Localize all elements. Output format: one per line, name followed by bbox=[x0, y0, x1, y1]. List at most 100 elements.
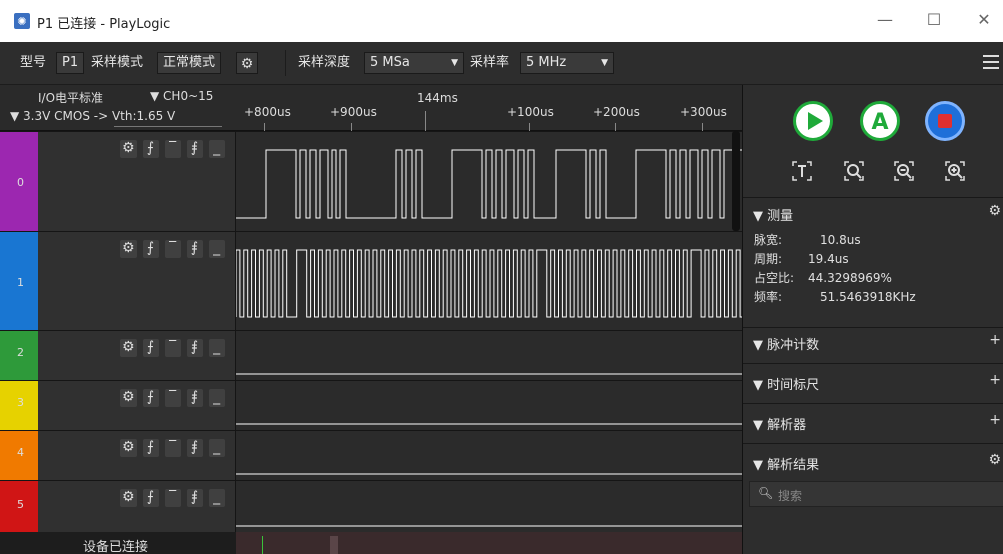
measure-gear-icon[interactable]: ⚙ bbox=[988, 203, 1001, 219]
ruler-tick bbox=[351, 123, 352, 131]
high-level-trigger-icon[interactable]: ‾ bbox=[164, 389, 181, 407]
close-icon[interactable]: ✕ bbox=[972, 8, 996, 32]
ruler-tick-label: +300us bbox=[680, 105, 727, 119]
zoom-out-icon[interactable] bbox=[891, 159, 917, 185]
high-level-trigger-icon[interactable]: ‾ bbox=[164, 339, 181, 357]
channel-color-bar[interactable]: 2 bbox=[0, 331, 38, 380]
depth-value: 5 MSa bbox=[370, 55, 410, 70]
high-level-trigger-icon[interactable]: ‾ bbox=[164, 439, 181, 457]
rising-edge-trigger-icon[interactable]: ⨍ bbox=[142, 140, 159, 158]
menu-icon[interactable] bbox=[983, 52, 999, 72]
zoom-in-icon[interactable] bbox=[942, 159, 968, 185]
pulse-count-header[interactable]: ▼ 脉冲计数 bbox=[753, 334, 819, 353]
channel-number: 2 bbox=[17, 346, 24, 360]
channel-trigger-controls: ⚙ ⨍ ‾ ⨎ _ bbox=[120, 140, 225, 158]
channel-number: 5 bbox=[17, 497, 24, 511]
period-value: 19.4us bbox=[808, 252, 849, 266]
pulse-width-row: 脉宽: 10.8us bbox=[754, 231, 861, 248]
rate-label: 采样率 bbox=[470, 55, 510, 70]
channel-label-area: ⚙ ⨍ ‾ ⨎ _ bbox=[38, 431, 236, 480]
search-input[interactable]: 🔍︎ 搜索 bbox=[749, 481, 1003, 507]
rising-edge-trigger-icon[interactable]: ⨍ bbox=[142, 389, 159, 407]
channel-gear-icon[interactable]: ⚙ bbox=[120, 389, 137, 407]
sample-settings-gear-icon[interactable]: ⚙ bbox=[236, 52, 258, 74]
channel-color-bar[interactable]: 5 bbox=[0, 481, 38, 532]
decode-result-header[interactable]: ▼ 解析结果 bbox=[753, 454, 819, 473]
channel-color-bar[interactable]: 4 bbox=[0, 431, 38, 480]
channel-waveform[interactable] bbox=[236, 331, 742, 380]
rising-edge-trigger-icon[interactable]: ⨍ bbox=[142, 439, 159, 457]
falling-edge-trigger-icon[interactable]: ⨎ bbox=[186, 339, 203, 357]
rising-edge-trigger-icon[interactable]: ⨍ bbox=[142, 240, 159, 258]
channel-waveform[interactable] bbox=[236, 431, 742, 480]
channel-waveform[interactable] bbox=[236, 232, 742, 330]
channel-gear-icon[interactable]: ⚙ bbox=[120, 140, 137, 158]
channel-row: 3 ⚙ ⨍ ‾ ⨎ _ bbox=[0, 380, 742, 430]
run-button[interactable] bbox=[793, 101, 833, 141]
low-level-trigger-icon[interactable]: _ bbox=[208, 140, 225, 158]
falling-edge-trigger-icon[interactable]: ⨎ bbox=[186, 439, 203, 457]
stop-icon bbox=[938, 114, 952, 128]
auto-button[interactable]: A bbox=[860, 101, 900, 141]
channel-row: 2 ⚙ ⨍ ‾ ⨎ _ bbox=[0, 330, 742, 380]
low-level-trigger-icon[interactable]: _ bbox=[208, 439, 225, 457]
channel-waveform[interactable] bbox=[236, 481, 742, 532]
overview-strip[interactable] bbox=[236, 532, 742, 554]
low-level-trigger-icon[interactable]: _ bbox=[208, 240, 225, 258]
high-level-trigger-icon[interactable]: ‾ bbox=[164, 240, 181, 258]
io-level-header: I/O电平标准 ▼ CH0~15 ▼ 3.3V CMOS -> Vth:1.65… bbox=[0, 85, 236, 131]
decoder-header[interactable]: ▼ 解析器 bbox=[753, 414, 806, 433]
trigger-icon[interactable] bbox=[789, 159, 815, 185]
channel-range-select[interactable]: ▼ CH0~15 bbox=[150, 89, 213, 103]
chevron-down-icon: ▼ bbox=[451, 58, 458, 68]
channel-color-bar[interactable]: 1 bbox=[0, 232, 38, 330]
toolbar-divider bbox=[285, 50, 286, 76]
frequency-label: 频率: bbox=[754, 290, 783, 304]
period-label: 周期: bbox=[754, 252, 783, 266]
channel-gear-icon[interactable]: ⚙ bbox=[120, 489, 137, 507]
maximize-icon[interactable]: ☐ bbox=[922, 8, 946, 32]
channel-color-bar[interactable]: 0 bbox=[0, 132, 38, 231]
low-level-trigger-icon[interactable]: _ bbox=[208, 339, 225, 357]
falling-edge-trigger-icon[interactable]: ⨎ bbox=[186, 489, 203, 507]
add-icon[interactable]: + bbox=[989, 412, 1001, 428]
channel-color-bar[interactable]: 3 bbox=[0, 381, 38, 430]
add-icon[interactable]: + bbox=[989, 372, 1001, 388]
decode-result-gear-icon[interactable]: ⚙ bbox=[988, 452, 1001, 468]
play-icon bbox=[808, 112, 823, 130]
sample-mode-select[interactable]: 正常模式 bbox=[157, 52, 222, 74]
rising-edge-trigger-icon[interactable]: ⨍ bbox=[142, 339, 159, 357]
channel-gear-icon[interactable]: ⚙ bbox=[120, 439, 137, 457]
rising-edge-trigger-icon[interactable]: ⨍ bbox=[142, 489, 159, 507]
minimize-icon[interactable]: — bbox=[873, 8, 897, 32]
add-icon[interactable]: + bbox=[989, 332, 1001, 348]
vth-underline bbox=[114, 107, 222, 127]
low-level-trigger-icon[interactable]: _ bbox=[208, 489, 225, 507]
falling-edge-trigger-icon[interactable]: ⨎ bbox=[186, 389, 203, 407]
rate-select[interactable]: 5 MHz ▼ bbox=[520, 52, 614, 74]
model-select[interactable]: P1 bbox=[56, 52, 85, 74]
channel-gear-icon[interactable]: ⚙ bbox=[120, 240, 137, 258]
io-level-label: I/O电平标准 bbox=[38, 91, 104, 105]
waveform-scrollbar[interactable] bbox=[732, 131, 740, 231]
high-level-trigger-icon[interactable]: ‾ bbox=[164, 140, 181, 158]
channel-waveform[interactable] bbox=[236, 381, 742, 430]
channel-label-area: ⚙ ⨍ ‾ ⨎ _ bbox=[38, 381, 236, 430]
overview-window[interactable] bbox=[330, 536, 338, 554]
low-level-trigger-icon[interactable]: _ bbox=[208, 389, 225, 407]
depth-select[interactable]: 5 MSa ▼ bbox=[364, 52, 464, 74]
channel-number: 1 bbox=[17, 275, 24, 289]
falling-edge-trigger-icon[interactable]: ⨎ bbox=[186, 140, 203, 158]
time-ruler[interactable]: 144ms +800us +900us +100us +200us +300us bbox=[236, 85, 742, 131]
falling-edge-trigger-icon[interactable]: ⨎ bbox=[186, 240, 203, 258]
zoom-fit-icon[interactable] bbox=[841, 159, 867, 185]
time-ruler-header[interactable]: ▼ 时间标尺 bbox=[753, 374, 819, 393]
toolbar: 型号 P1 采样模式 正常模式 ⚙ 采样深度 5 MSa ▼ 采样率 5 MHz… bbox=[0, 42, 1003, 85]
channel-gear-icon[interactable]: ⚙ bbox=[120, 339, 137, 357]
waveform-trace bbox=[236, 149, 742, 219]
stop-button[interactable] bbox=[925, 101, 965, 141]
measure-header[interactable]: ▼ 测量 bbox=[753, 205, 793, 224]
channel-waveform[interactable] bbox=[236, 132, 742, 231]
high-level-trigger-icon[interactable]: ‾ bbox=[164, 489, 181, 507]
ruler-tick-label: +800us bbox=[244, 105, 291, 119]
